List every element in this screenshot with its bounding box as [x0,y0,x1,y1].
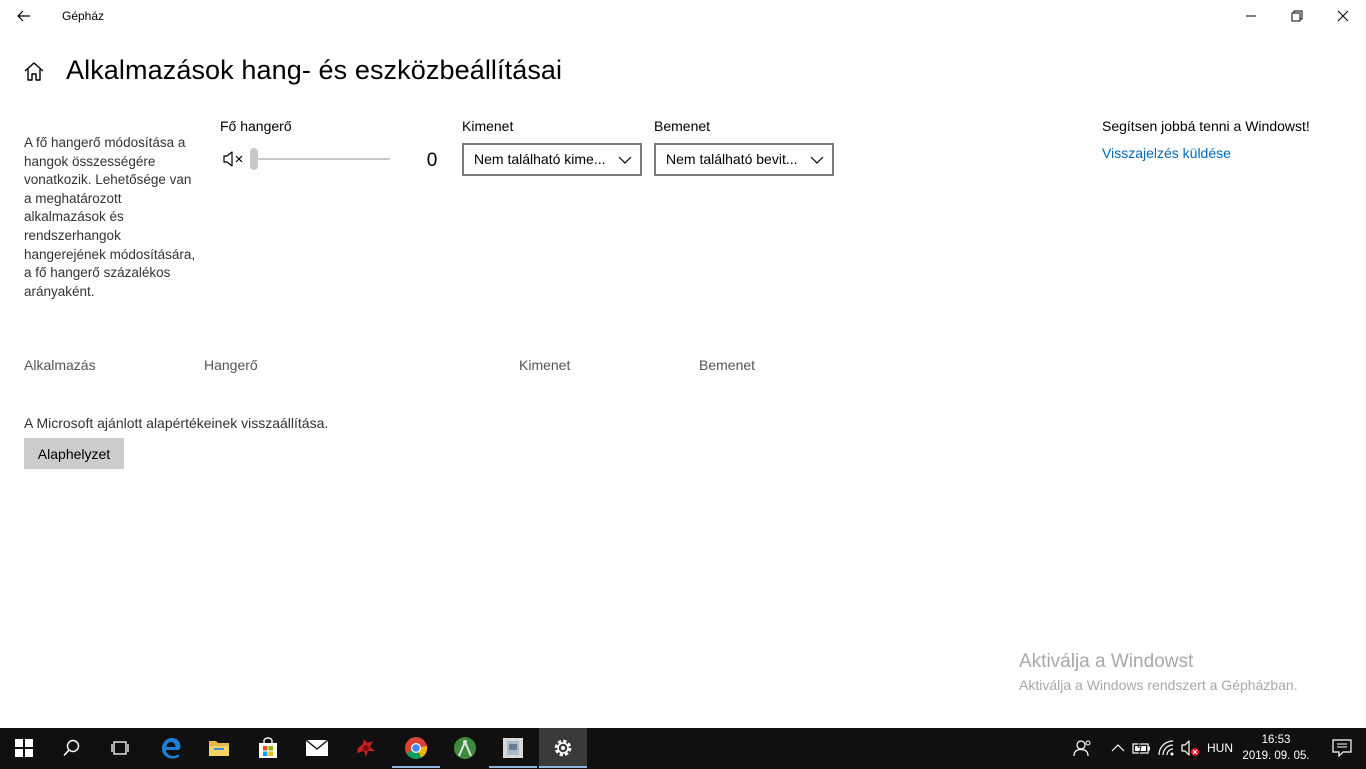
master-volume-slider[interactable] [250,146,392,172]
minimize-icon [1246,15,1256,17]
running-indicator [539,766,587,768]
taskbar-file-explorer[interactable] [195,728,243,768]
output-device-selected: Nem található kime... [474,151,606,167]
people-button[interactable] [1071,736,1093,760]
slider-track [250,158,390,160]
file-explorer-icon [209,741,229,756]
column-header-volume: Hangerő [204,357,258,373]
search-icon [63,739,80,757]
back-arrow-icon [17,10,30,22]
start-button[interactable] [0,728,48,768]
master-volume-value: 0 [426,150,438,171]
taskbar: HUN 16:53 2019. 09. 05. [0,728,1366,769]
restore-button[interactable] [1274,0,1320,32]
volume-button[interactable] [1180,736,1202,760]
speaker-muted-icon [1181,740,1199,756]
wifi-icon [1158,740,1174,756]
taskbar-game[interactable] [342,728,390,768]
back-button[interactable] [0,0,48,32]
edge-icon [162,738,181,759]
taskbar-chrome[interactable] [392,728,440,768]
slider-thumb[interactable] [250,148,258,170]
window-title: Gépház [62,9,105,23]
activation-watermark-subtitle: Aktiválja a Windows rendszert a Gépházba… [1019,677,1298,693]
app-icon [503,738,523,758]
column-header-output: Kimenet [519,357,571,373]
taskbar-edge[interactable] [147,728,195,768]
send-feedback-link[interactable]: Visszajelzés küldése [1102,145,1231,161]
page-title: Alkalmazások hang- és eszközbeállításai [66,55,563,85]
input-label: Bemenet [654,118,711,134]
game-icon [357,739,375,757]
input-device-selected: Nem található bevit... [666,151,798,167]
notification-icon [1332,739,1352,757]
people-icon [1073,740,1091,757]
task-view-icon [111,741,129,755]
clock[interactable]: 16:53 2019. 09. 05. [1240,732,1312,764]
store-icon [259,737,277,758]
home-icon [24,62,44,81]
reset-button[interactable]: Alaphelyzet [24,438,124,469]
output-device-dropdown[interactable]: Nem található kime... [462,143,642,176]
column-header-input: Bemenet [699,357,756,373]
chevron-down-icon [810,156,824,164]
action-center-button[interactable] [1318,728,1366,768]
network-button[interactable] [1156,736,1178,760]
column-header-app: Alkalmazás [24,357,96,373]
output-label: Kimenet [462,118,514,134]
taskbar-mail[interactable] [293,728,341,768]
mute-toggle[interactable] [222,149,244,169]
reset-description: A Microsoft ajánlott alapértékeinek viss… [24,415,329,431]
window-controls [1228,0,1366,32]
feedback-heading: Segítsen jobbá tenni a Windowst! [1102,118,1310,134]
settings-window: Gépház Alkalmazások hang- és eszközbeáll… [0,0,1366,728]
close-icon [1337,10,1349,22]
android-studio-icon [454,737,476,759]
taskbar-android-studio[interactable] [441,728,489,768]
input-language-indicator[interactable]: HUN [1207,741,1233,755]
start-icon [15,739,33,757]
battery-button[interactable] [1131,736,1153,760]
restore-icon [1291,10,1303,22]
minimize-button[interactable] [1228,0,1274,32]
chrome-icon [405,737,428,759]
taskbar-store[interactable] [244,728,292,768]
battery-icon [1132,741,1150,755]
running-indicator [392,766,440,768]
settings-icon [554,739,572,757]
master-volume-label: Fő hangerő [220,118,292,134]
taskbar-settings[interactable] [539,728,587,768]
clock-time: 16:53 [1261,734,1291,746]
input-device-dropdown[interactable]: Nem található bevit... [654,143,834,176]
running-indicator [489,766,537,768]
home-button[interactable] [22,60,46,84]
speaker-muted-icon [223,151,243,167]
show-hidden-icons-button[interactable] [1107,736,1129,760]
search-button[interactable] [48,728,96,768]
close-button[interactable] [1320,0,1366,32]
clock-date: 2019. 09. 05. [1242,750,1310,762]
mail-icon [305,739,329,756]
activation-watermark-title: Aktiválja a Windowst [1019,651,1194,672]
chevron-down-icon [618,156,632,164]
chevron-up-icon [1111,744,1125,752]
master-volume-description: A fő hangerő módosítása a hangok összess… [24,135,196,299]
task-view-button[interactable] [96,728,144,768]
title-bar: Gépház [0,0,1366,32]
taskbar-app[interactable] [489,728,537,768]
